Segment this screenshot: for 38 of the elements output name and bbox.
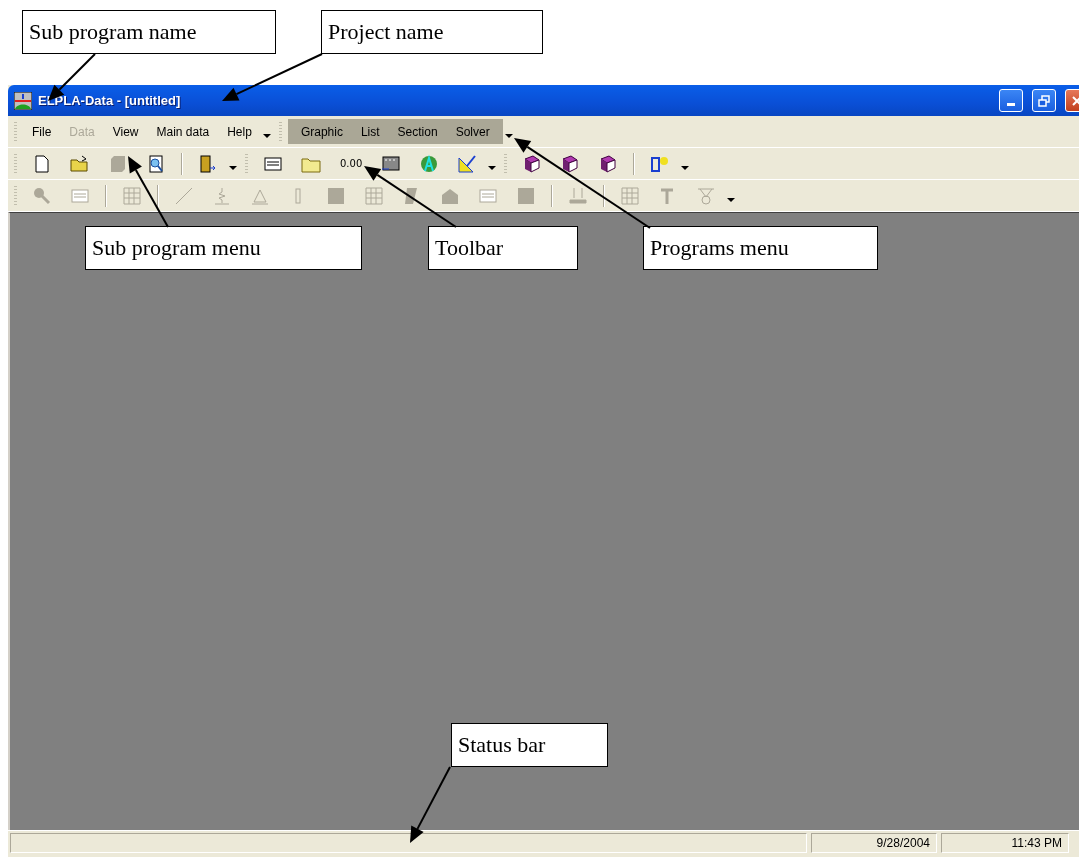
window-title: ELPLA-Data - [untitled] — [38, 93, 182, 108]
dropdown-arrow-icon[interactable] — [229, 164, 237, 171]
menu-item[interactable]: File — [23, 122, 61, 141]
menu-item[interactable]: List — [351, 122, 389, 141]
decimal-button[interactable]: 0.00 — [340, 158, 363, 169]
dropdown-arrow-icon[interactable] — [727, 196, 735, 203]
callout-label: Programs menu — [643, 226, 878, 270]
folder-icon[interactable] — [70, 153, 90, 174]
callout-label: Sub program menu — [85, 226, 362, 270]
globe-icon[interactable] — [419, 153, 440, 174]
menu-item[interactable]: Graphic — [291, 122, 352, 141]
callout-label: Project name — [321, 10, 543, 54]
dropdown-arrow-icon[interactable] — [262, 132, 271, 139]
set-square-icon[interactable] — [457, 153, 478, 174]
app-icon — [14, 91, 32, 110]
callout-label: Status bar — [451, 723, 608, 767]
page-icon[interactable] — [32, 153, 52, 174]
minimize-button[interactable] — [999, 89, 1023, 112]
magnifier-icon[interactable] — [146, 153, 166, 174]
menu-item[interactable]: Main data — [147, 122, 219, 141]
minimize-icon — [1007, 103, 1015, 106]
panel-icon[interactable] — [381, 153, 402, 174]
menu-item[interactable]: View — [103, 122, 148, 141]
door-icon[interactable] — [198, 153, 218, 174]
menu-item[interactable]: Solver — [446, 122, 499, 141]
status-time: 11:43 PM — [941, 833, 1069, 853]
pointer-arrow — [128, 156, 169, 228]
close-icon — [1071, 94, 1079, 107]
dropdown-arrow-icon[interactable] — [488, 164, 497, 171]
status-date: 9/28/2004 — [811, 833, 937, 853]
restore-icon — [1038, 94, 1050, 107]
callout-label: Toolbar — [428, 226, 578, 270]
dropdown-arrow-icon[interactable] — [504, 132, 513, 139]
dropdown-arrow-icon[interactable] — [681, 164, 690, 171]
restore-button[interactable] — [1032, 89, 1056, 112]
callout-label: Sub program name — [22, 10, 276, 54]
menu-item[interactable]: Section — [388, 122, 447, 141]
menu-item[interactable]: Help — [218, 122, 261, 141]
